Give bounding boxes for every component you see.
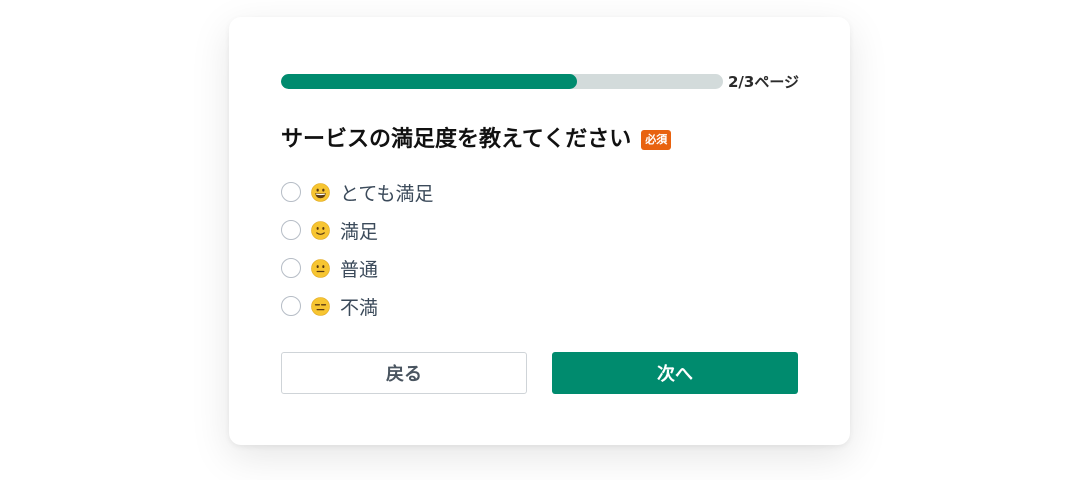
slightly-smiling-face-icon	[311, 220, 330, 240]
survey-card: 2/3ページ サービスの満足度を教えてください 必須 とても満足 満足 普通 不…	[229, 17, 850, 445]
option-label: とても満足	[340, 182, 434, 205]
option-label: 満足	[340, 220, 379, 243]
required-badge: 必須	[641, 130, 672, 150]
option-very-satisfied[interactable]: とても満足	[281, 173, 433, 211]
neutral-face-icon	[311, 258, 330, 278]
question-header: サービスの満足度を教えてください 必須	[281, 125, 672, 155]
radio-button[interactable]	[281, 182, 301, 202]
radio-button[interactable]	[281, 296, 301, 316]
question-title: サービスの満足度を教えてください	[281, 127, 632, 152]
radio-button[interactable]	[281, 258, 301, 278]
option-label: 普通	[340, 258, 379, 281]
radio-button[interactable]	[281, 220, 301, 240]
grinning-face-icon	[311, 182, 330, 202]
back-button[interactable]: 戻る	[281, 352, 527, 394]
answer-options: とても満足 満足 普通 不満	[281, 173, 433, 325]
option-dissatisfied[interactable]: 不満	[281, 287, 433, 325]
expressionless-face-icon	[311, 296, 330, 316]
progress-bar-fill	[281, 74, 578, 89]
option-label: 不満	[340, 296, 379, 319]
option-neutral[interactable]: 普通	[281, 249, 433, 287]
progress-bar	[281, 74, 723, 89]
next-button[interactable]: 次へ	[552, 352, 798, 394]
progress-section: 2/3ページ	[281, 73, 801, 91]
page-indicator: 2/3ページ	[728, 73, 800, 91]
option-satisfied[interactable]: 満足	[281, 211, 433, 249]
